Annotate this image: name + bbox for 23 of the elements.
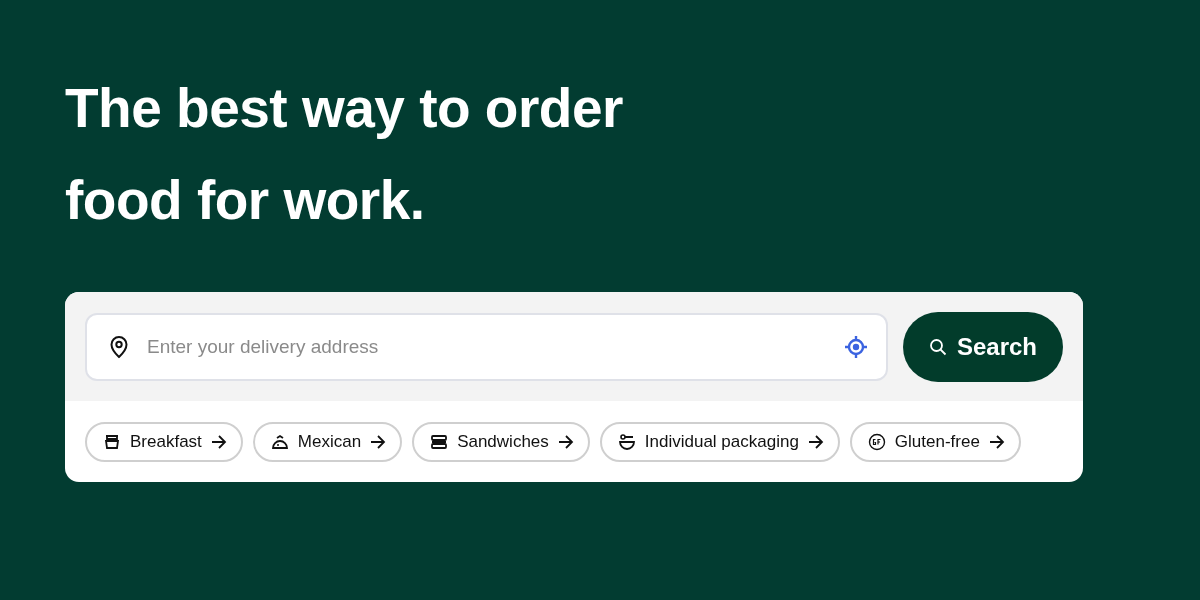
coffee-pot-icon xyxy=(103,433,121,451)
gluten-free-icon xyxy=(867,433,886,451)
category-chip[interactable]: Sandwiches xyxy=(412,422,590,462)
headline: food for work. xyxy=(65,168,425,233)
arrow-right-icon xyxy=(210,435,227,449)
category-chip[interactable]: Gluten-free xyxy=(849,422,1021,462)
search-icon xyxy=(928,338,947,356)
location-pin-icon xyxy=(109,335,129,359)
arrow-right-icon xyxy=(370,435,387,449)
address-field[interactable]: Enter your delivery address xyxy=(85,313,888,381)
arrow-right-icon xyxy=(807,435,824,449)
arrow-right-icon xyxy=(988,435,1005,449)
headline: The best way to order xyxy=(65,76,623,141)
category-chip[interactable]: Breakfast xyxy=(85,422,243,462)
address-input[interactable]: Enter your delivery address xyxy=(145,335,828,359)
crosshair-icon[interactable] xyxy=(844,335,868,359)
category-chip[interactable]: Mexican xyxy=(252,422,403,462)
search-button[interactable]: Search xyxy=(903,312,1063,382)
bowl-icon xyxy=(617,433,636,451)
taco-icon xyxy=(270,433,289,451)
category-chip[interactable]: Individual packaging xyxy=(599,422,840,462)
arrow-right-icon xyxy=(557,435,574,449)
sandwich-icon xyxy=(430,433,449,451)
